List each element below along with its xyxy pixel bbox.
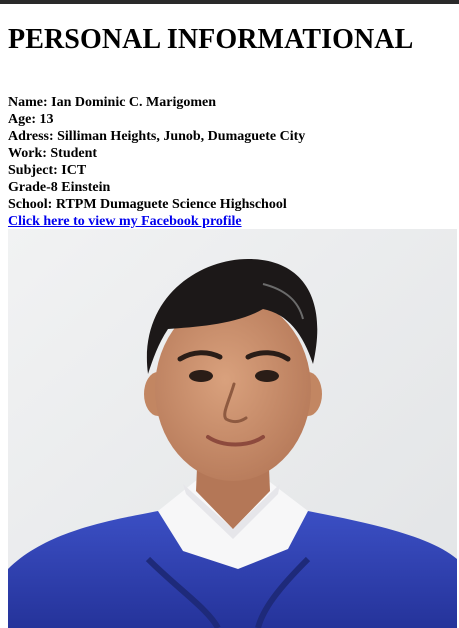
info-name: Name: Ian Dominic C. Marigomen bbox=[8, 95, 217, 110]
info-work: Work: Student bbox=[8, 146, 98, 161]
info-subject: Subject: ICT bbox=[8, 163, 87, 178]
info-address: Adress: Silliman Heights, Junob, Dumague… bbox=[8, 129, 306, 144]
profile-photo bbox=[8, 229, 457, 628]
info-grade: Grade-8 Einstein bbox=[8, 180, 111, 195]
personal-info-list: Name: Ian Dominic C. Marigomen Age: 13 A… bbox=[8, 94, 457, 230]
info-age: Age: 13 bbox=[8, 112, 54, 127]
info-school: School: RTPM Dumaguete Science Highschoo… bbox=[8, 197, 287, 212]
facebook-profile-link[interactable]: Click here to view my Facebook profile bbox=[8, 213, 457, 230]
page-title: PERSONAL INFORMATIONAL bbox=[8, 24, 414, 55]
page-content: PERSONAL INFORMATIONAL Name: Ian Dominic… bbox=[8, 4, 457, 230]
